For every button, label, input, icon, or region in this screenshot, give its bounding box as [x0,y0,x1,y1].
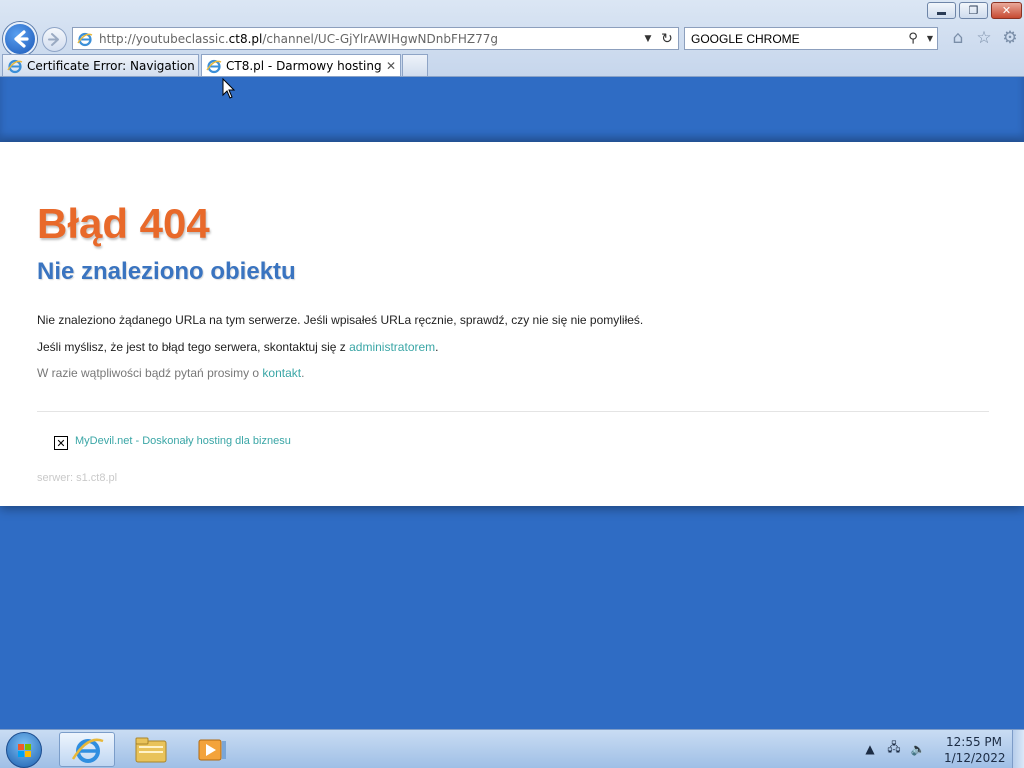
clock-time: 12:55 PM [946,735,1002,749]
tab-ct8[interactable]: CT8.pl - Darmowy hosting ... ✕ [201,54,401,76]
clock[interactable]: 12:55 PM 1/12/2022 [944,734,1006,766]
tab-certificate-error[interactable]: Certificate Error: Navigation Bl... [2,54,199,76]
search-box[interactable]: ⚲ ▼ [684,27,938,50]
ie-tab-icon [206,58,222,74]
show-hidden-icons-icon[interactable]: ▲ [862,742,878,756]
back-button[interactable] [3,22,37,56]
tab-close-icon[interactable]: ✕ [382,59,400,73]
browser-chrome: ❐ ✕ http://youtubeclassic.ct8.pl/channel… [0,0,1024,77]
error-panel: Błąd 404 Nie znaleziono obiektu Nie znal… [0,142,1024,506]
gear-icon[interactable]: ⚙ [1000,27,1020,49]
contact-link[interactable]: kontakt [262,366,301,380]
start-button[interactable] [6,732,42,768]
refresh-icon[interactable]: ↻ [656,31,678,47]
forward-button[interactable] [42,27,67,52]
favorites-star-icon[interactable]: ☆ [974,27,994,49]
message-2-text: Jeśli myślisz, że jest to błąd tego serw… [37,340,350,354]
tab-label: CT8.pl - Darmowy hosting ... [226,58,382,73]
address-bar[interactable]: http://youtubeclassic.ct8.pl/channel/UC-… [72,27,679,50]
taskbar-media-player[interactable] [183,732,239,767]
administrator-link[interactable]: administratorem [349,340,435,354]
back-arrow-icon [14,30,29,48]
url-path: /channel/UC-GjYlrAWIHgwNDnbFHZ77g [262,31,498,46]
restore-icon: ❐ [968,4,979,17]
error-message-3: W razie wątpliwości bądź pytań prosimy o… [37,366,304,380]
search-icon[interactable]: ⚲ [903,31,923,46]
close-icon: ✕ [1001,4,1012,17]
internet-explorer-icon [71,738,104,763]
clock-date: 1/12/2022 [944,751,1006,765]
error-subtitle: Nie znaleziono obiektu [37,258,296,285]
forward-arrow-icon [48,33,59,46]
url-prefix: http://youtubeclassic. [99,31,229,46]
toolbar-icons: ⌂ ☆ ⚙ [948,27,1020,49]
taskbar-internet-explorer[interactable] [59,732,115,767]
show-desktop-button[interactable] [1012,730,1024,768]
restore-button[interactable]: ❐ [959,2,988,19]
home-icon[interactable]: ⌂ [948,27,968,49]
folder-icon [135,737,167,763]
windows-logo-icon [18,744,31,757]
search-dropdown-icon[interactable]: ▼ [923,34,937,43]
message-2-suffix: . [435,340,439,354]
minimize-icon [928,3,955,18]
message-3-suffix: . [301,366,305,380]
mouse-cursor-icon [222,78,236,99]
server-label: serwer: s1.ct8.pl [37,472,118,484]
window-controls: ❐ ✕ [927,2,1022,19]
ie-tab-icon [7,58,23,74]
error-message-1: Nie znaleziono żądanego URLa na tym serw… [37,313,644,327]
taskbar: ▲ 🖧 🔈 12:55 PM 1/12/2022 [0,729,1024,768]
minimize-button[interactable] [927,2,956,19]
url-host: ct8.pl [228,31,263,46]
ie-page-icon [77,31,93,47]
address-dropdown-icon[interactable]: ▼ [640,34,656,44]
divider [37,411,989,412]
message-3-text: W razie wątpliwości bądź pytań prosimy o [37,366,263,380]
close-button[interactable]: ✕ [991,2,1022,19]
system-tray: ▲ 🖧 🔈 [862,738,926,759]
network-icon[interactable]: 🖧 [886,738,902,759]
error-message-2: Jeśli myślisz, że jest to błąd tego serw… [37,340,439,354]
new-tab-button[interactable] [402,54,428,76]
search-input[interactable] [685,28,903,49]
broken-image-icon: ✕ [54,436,68,450]
volume-icon[interactable]: 🔈 [910,742,926,756]
page-header-band [0,77,1024,142]
tab-label: Certificate Error: Navigation Bl... [27,58,198,73]
taskbar-windows-explorer[interactable] [123,732,179,767]
mydevil-ad-link[interactable]: MyDevil.net - Doskonały hosting dla bizn… [75,435,291,447]
error-title: Błąd 404 [37,200,210,247]
media-player-icon [198,739,226,761]
url-text[interactable]: http://youtubeclassic.ct8.pl/channel/UC-… [99,32,640,46]
